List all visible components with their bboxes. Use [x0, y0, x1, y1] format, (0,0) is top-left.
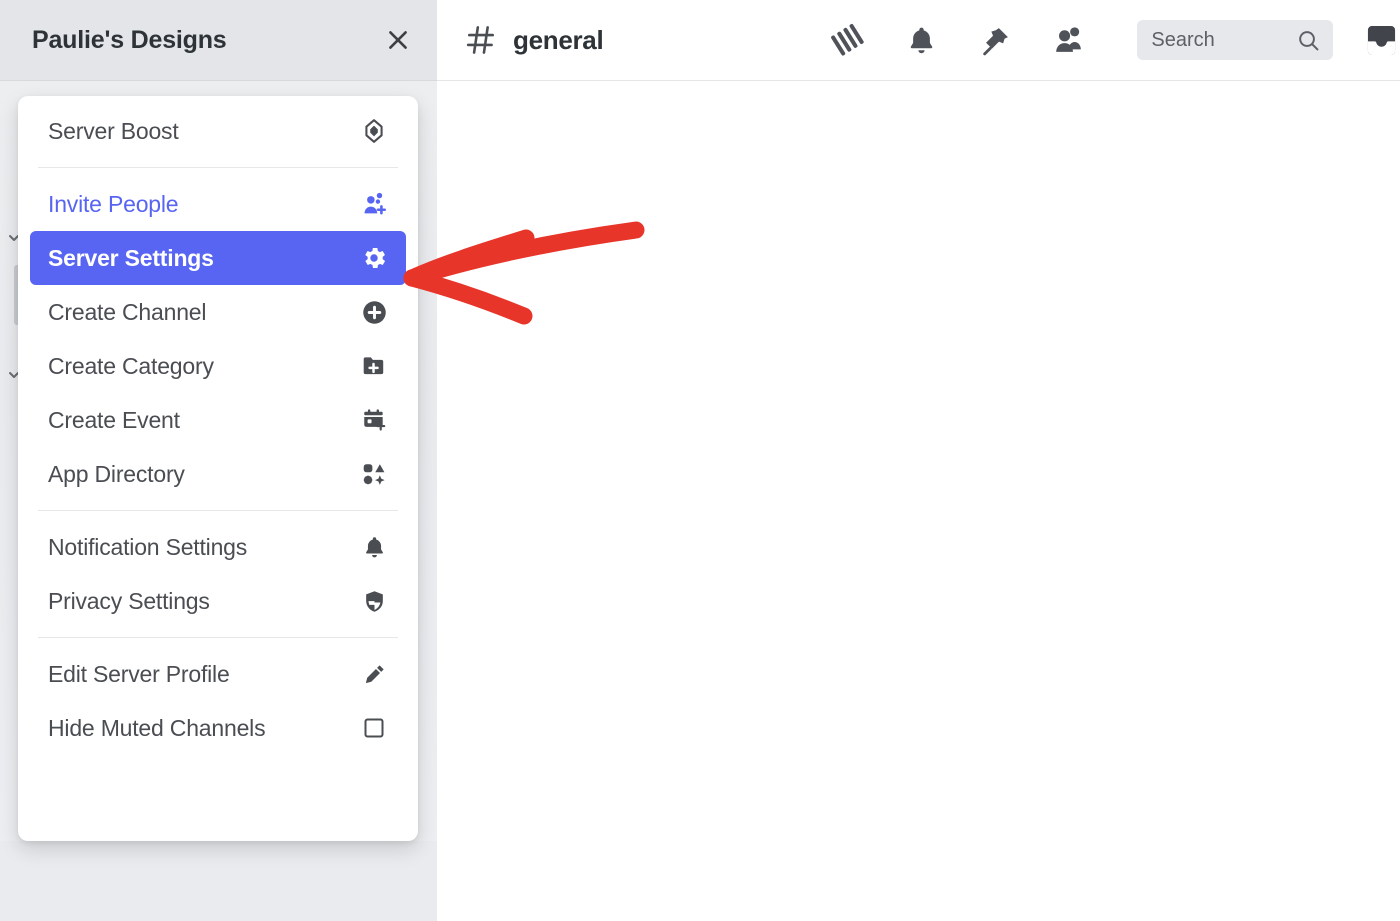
menu-item-label: Create Channel — [48, 298, 207, 325]
server-boost-icon — [359, 116, 389, 146]
pencil-icon — [359, 659, 389, 689]
app-directory-icon — [359, 459, 389, 489]
main-content: general Search — [437, 0, 1400, 921]
members-icon[interactable] — [1049, 20, 1089, 60]
menu-item-server-boost[interactable]: Server Boost — [30, 104, 406, 158]
menu-item-label: App Directory — [48, 460, 185, 487]
menu-divider-1 — [38, 167, 398, 168]
server-sidebar: Paulie's Designs Server Boost Invite Peo… — [0, 0, 437, 921]
calendar-plus-icon — [359, 405, 389, 435]
menu-item-edit-server-profile[interactable]: Edit Server Profile — [30, 647, 406, 701]
shield-icon — [359, 586, 389, 616]
menu-item-notification-settings[interactable]: Notification Settings — [30, 520, 406, 574]
threads-icon[interactable] — [827, 20, 867, 60]
menu-group-boost: Server Boost — [18, 104, 418, 158]
channel-topbar: general Search — [437, 0, 1400, 81]
menu-item-label: Invite People — [48, 190, 179, 217]
menu-group-profile: Edit Server Profile Hide Muted Channels — [18, 647, 418, 755]
hash-icon — [465, 24, 497, 56]
menu-item-label: Server Boost — [48, 117, 179, 144]
search-placeholder: Search — [1151, 28, 1215, 51]
menu-item-invite-people[interactable]: Invite People — [30, 177, 406, 231]
folder-plus-icon — [359, 351, 389, 381]
menu-item-label: Hide Muted Channels — [48, 714, 266, 741]
menu-item-label: Notification Settings — [48, 533, 248, 560]
server-header[interactable]: Paulie's Designs — [0, 0, 437, 81]
menu-group-actions: Invite People Server Settings Create Cha… — [18, 177, 418, 501]
search-input[interactable]: Search — [1137, 20, 1333, 60]
menu-group-settings: Notification Settings Privacy Settings — [18, 520, 418, 628]
pin-icon[interactable] — [975, 20, 1015, 60]
menu-item-app-directory[interactable]: App Directory — [30, 447, 406, 501]
menu-item-label: Edit Server Profile — [48, 660, 230, 687]
menu-item-label: Create Category — [48, 352, 214, 379]
menu-divider-3 — [38, 637, 398, 638]
menu-item-create-channel[interactable]: Create Channel — [30, 285, 406, 339]
menu-item-label: Privacy Settings — [48, 587, 210, 614]
plus-circle-icon — [359, 297, 389, 327]
app-root: Paulie's Designs Server Boost Invite Peo… — [0, 0, 1400, 921]
channel-name: general — [513, 24, 604, 55]
gear-icon — [359, 243, 389, 273]
search-icon — [1296, 28, 1321, 53]
menu-item-create-category[interactable]: Create Category — [30, 339, 406, 393]
invite-people-icon — [359, 189, 389, 219]
checkbox-unchecked-icon[interactable] — [359, 713, 389, 743]
menu-divider-2 — [38, 510, 398, 511]
bell-icon — [359, 532, 389, 562]
bell-icon[interactable] — [901, 20, 941, 60]
topbar-icon-group — [827, 20, 1089, 60]
menu-item-hide-muted-channels[interactable]: Hide Muted Channels — [30, 701, 406, 755]
channel-title: general — [465, 24, 604, 56]
menu-item-label: Server Settings — [48, 244, 214, 271]
server-name: Paulie's Designs — [32, 25, 227, 54]
menu-item-create-event[interactable]: Create Event — [30, 393, 406, 447]
menu-item-server-settings[interactable]: Server Settings — [30, 231, 406, 285]
menu-item-privacy-settings[interactable]: Privacy Settings — [30, 574, 406, 628]
close-icon[interactable] — [381, 23, 415, 57]
inbox-icon[interactable] — [1363, 18, 1400, 62]
menu-item-label: Create Event — [48, 406, 180, 433]
server-context-menu: Server Boost Invite People Server Settin… — [18, 96, 418, 841]
